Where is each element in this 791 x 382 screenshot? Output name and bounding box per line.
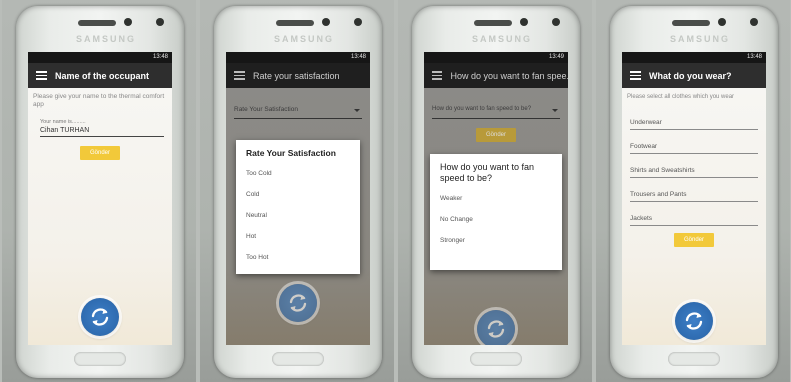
content-area: Please give your name to the thermal com… [28, 88, 172, 345]
refresh-button[interactable] [81, 298, 119, 336]
dialog-title: How do you want to fan speed to be? [440, 162, 535, 183]
instruction-text: Please select all clothes which you wear [627, 94, 735, 100]
brand-logo: SAMSUNG [670, 34, 731, 44]
phone-screen: 13:49 How do you want to fan spee... How… [424, 52, 568, 345]
dropdown-selected-value: Rate Your Satisfaction [234, 106, 298, 113]
sensor-dot [354, 18, 362, 26]
fan-speed-dropdown[interactable]: How do you want to fan speed to be? [432, 104, 560, 119]
option-cold[interactable]: Cold [236, 184, 360, 205]
phone-panel-3: SAMSUNG 13:49 How do you want to fan spe… [398, 0, 592, 382]
submit-button[interactable]: Gönder [674, 233, 714, 247]
status-bar: 13:48 [28, 52, 172, 63]
input-underline [40, 136, 164, 137]
phone-panel-1: SAMSUNG 13:48 Name of the occupant Pleas… [2, 0, 196, 382]
brand-logo: SAMSUNG [472, 34, 533, 44]
camera-dot [520, 18, 528, 26]
app-bar: Rate your satisfaction [226, 63, 370, 88]
submit-button[interactable]: Gönder [80, 146, 120, 160]
sensor-dot [750, 18, 758, 26]
hamburger-menu-icon[interactable] [234, 71, 245, 80]
brand-logo: SAMSUNG [76, 34, 137, 44]
option-too-hot[interactable]: Too Hot [236, 247, 360, 268]
clothing-shirts-sweatshirts[interactable]: Shirts and Sweatshirts [630, 167, 758, 178]
camera-dot [718, 18, 726, 26]
phone-screen: 13:48 Rate your satisfaction Rate Your S… [226, 52, 370, 345]
refresh-icon [487, 320, 505, 338]
brand-logo: SAMSUNG [274, 34, 335, 44]
phone-panel-4: SAMSUNG 13:48 What do you wear? Please s… [596, 0, 790, 382]
option-stronger[interactable]: Stronger [430, 230, 562, 251]
phone-body: SAMSUNG 13:48 Rate your satisfaction Rat… [214, 6, 382, 378]
dropdown-selected-value: How do you want to fan speed to be? [432, 106, 532, 112]
page-title: Name of the occupant [55, 70, 150, 81]
home-button [272, 352, 324, 366]
option-weaker[interactable]: Weaker [430, 188, 562, 209]
app-bar: Name of the occupant [28, 63, 172, 88]
option-neutral[interactable]: Neutral [236, 205, 360, 226]
speaker-grille [276, 20, 314, 26]
content-area: Please select all clothes which you wear… [622, 88, 766, 345]
satisfaction-dropdown[interactable]: Rate Your Satisfaction [234, 104, 362, 119]
option-no-change[interactable]: No Change [430, 209, 562, 230]
refresh-icon [289, 294, 307, 312]
name-input[interactable]: Cihan TURHAN [40, 127, 172, 134]
clothing-underwear[interactable]: Underwear [630, 119, 758, 130]
status-bar: 13:48 [622, 52, 766, 63]
camera-dot [322, 18, 330, 26]
refresh-button[interactable] [477, 310, 515, 345]
status-bar: 13:48 [226, 52, 370, 63]
app-bar: What do you wear? [622, 63, 766, 88]
instruction-text: Please give your name to the thermal com… [33, 93, 165, 108]
phone-screen: 13:48 What do you wear? Please select al… [622, 52, 766, 345]
phone-body: SAMSUNG 13:48 What do you wear? Please s… [610, 6, 778, 378]
hamburger-menu-icon[interactable] [630, 71, 641, 80]
clothing-footwear[interactable]: Footwear [630, 143, 758, 154]
refresh-button[interactable] [279, 284, 317, 322]
fan-speed-dialog: How do you want to fan speed to be? Weak… [430, 154, 562, 270]
page-title: What do you wear? [649, 70, 732, 81]
home-button [668, 352, 720, 366]
dialog-title: Rate Your Satisfaction [246, 148, 336, 158]
option-too-cold[interactable]: Too Cold [236, 163, 360, 184]
chevron-down-icon [552, 109, 558, 112]
sensor-dot [552, 18, 560, 26]
speaker-grille [672, 20, 710, 26]
refresh-button[interactable] [675, 302, 713, 340]
sensor-dot [156, 18, 164, 26]
phone-body: SAMSUNG 13:48 Name of the occupant Pleas… [16, 6, 184, 378]
camera-dot [124, 18, 132, 26]
name-field-label: Your name is......... [40, 119, 86, 125]
page-title: Rate your satisfaction [253, 70, 340, 81]
phone-screen: 13:48 Name of the occupant Please give y… [28, 52, 172, 345]
clothing-jackets[interactable]: Jackets [630, 215, 758, 226]
phone-panel-2: SAMSUNG 13:48 Rate your satisfaction Rat… [200, 0, 394, 382]
hamburger-menu-icon[interactable] [432, 71, 443, 80]
submit-button[interactable]: Gönder [476, 128, 516, 142]
hamburger-menu-icon[interactable] [36, 71, 47, 80]
speaker-grille [474, 20, 512, 26]
phone-body: SAMSUNG 13:49 How do you want to fan spe… [412, 6, 580, 378]
home-button [74, 352, 126, 366]
status-bar: 13:49 [424, 52, 568, 63]
page-title: How do you want to fan spee... [450, 70, 568, 81]
refresh-icon [91, 308, 109, 326]
refresh-icon [685, 312, 703, 330]
clothing-trousers-pants[interactable]: Trousers and Pants [630, 191, 758, 202]
home-button [470, 352, 522, 366]
speaker-grille [78, 20, 116, 26]
app-bar: How do you want to fan spee... [424, 63, 568, 88]
satisfaction-dialog: Rate Your Satisfaction Too Cold Cold Neu… [236, 140, 360, 274]
option-hot[interactable]: Hot [236, 226, 360, 247]
chevron-down-icon [354, 109, 360, 112]
